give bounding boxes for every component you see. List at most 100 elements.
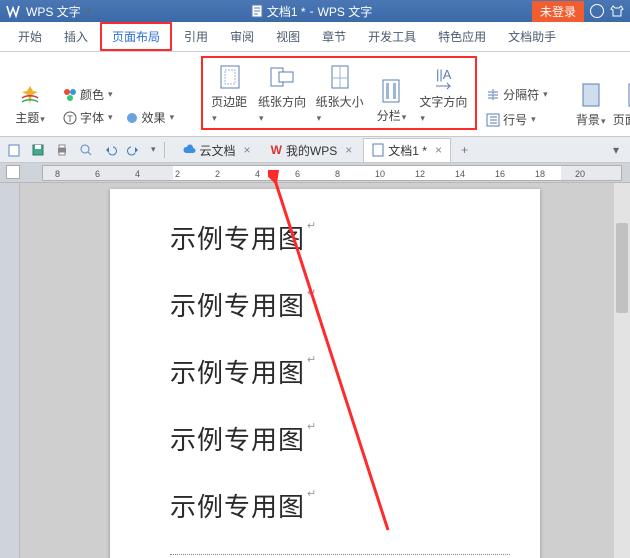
wps-logo-icon (4, 2, 22, 20)
orientation-button[interactable]: 纸张方向▾ (256, 62, 308, 126)
effect-button[interactable]: 效果▾ (122, 107, 178, 128)
columns-icon (380, 78, 402, 104)
title-suffix: WPS 文字 (318, 3, 373, 20)
ruler-tick: 20 (575, 169, 585, 179)
ruler-tick: 10 (375, 169, 385, 179)
ruler-tick: 16 (495, 169, 505, 179)
menu-dev[interactable]: 开发工具 (358, 24, 426, 49)
vertical-ruler[interactable] (0, 183, 20, 558)
page-break-marker: 分页符 (170, 554, 510, 558)
menu-view[interactable]: 视图 (266, 24, 310, 49)
ribbon: 主题▾ 颜色▾ T 字体▾ 效果▾ (0, 52, 630, 137)
ruler-tick: 4 (255, 169, 260, 179)
title-doc-name: 文档1 * (267, 3, 306, 20)
page: 示例专用图 示例专用图 示例专用图 示例专用图 示例专用图 分页符 (110, 189, 540, 558)
page-setup-group: 页边距▾ 纸张方向▾ 纸张大小▾ 分栏▾ ||A 文字方向▾ (201, 56, 477, 130)
menu-reference[interactable]: 引用 (174, 24, 218, 49)
ruler-tick: 2 (215, 169, 220, 179)
line-number-button[interactable]: 行号▾ (483, 109, 551, 130)
ruler-tick: 2 (175, 169, 180, 179)
workspace: 示例专用图 示例专用图 示例专用图 示例专用图 示例专用图 分页符 (0, 183, 630, 558)
color-button[interactable]: 颜色▾ (60, 84, 177, 105)
vertical-scrollbar[interactable] (614, 183, 630, 558)
horizontal-ruler[interactable]: 8 6 4 2 2 4 6 8 10 12 14 16 18 20 (0, 163, 630, 183)
menu-page-layout[interactable]: 页面布局 (100, 22, 172, 51)
menu-start[interactable]: 开始 (8, 24, 52, 49)
new-icon[interactable] (6, 142, 22, 158)
color-icon (63, 88, 77, 102)
ruler-tick: 4 (135, 169, 140, 179)
login-button[interactable]: 未登录 (532, 1, 584, 22)
line-number-icon (486, 113, 500, 127)
ruler-tick: 18 (535, 169, 545, 179)
close-icon[interactable]: × (431, 143, 442, 157)
dropdown-icon: ▾ (40, 114, 45, 124)
preview-icon[interactable] (78, 142, 94, 158)
save-icon[interactable] (30, 142, 46, 158)
margin-icon (219, 64, 241, 90)
ruler-tick: 6 (95, 169, 100, 179)
ruler-tick: 12 (415, 169, 425, 179)
menu-chapter[interactable]: 章节 (312, 24, 356, 49)
title-sep: - (310, 4, 314, 18)
tab-doc1[interactable]: 文档1 *× (363, 138, 451, 162)
menu-review[interactable]: 审阅 (220, 24, 264, 49)
columns-button[interactable]: 分栏▾ (371, 76, 411, 126)
margin-button[interactable]: 页边距▾ (209, 62, 250, 126)
background-icon (580, 82, 602, 108)
menu-insert[interactable]: 插入 (54, 24, 98, 49)
ruler-tick: 6 (295, 169, 300, 179)
paragraph[interactable]: 示例专用图 (170, 487, 510, 524)
theme-group: 主题▾ 颜色▾ T 字体▾ 效果▾ (6, 80, 181, 130)
page-border-button[interactable]: 页面边框 (617, 80, 630, 130)
ruler-tick: 8 (55, 169, 60, 179)
background-button[interactable]: 背景▾ (571, 80, 611, 130)
menu-bar: 开始 插入 页面布局 引用 审阅 视图 章节 开发工具 特色应用 文档助手 (0, 22, 630, 52)
ruler-tick: 14 (455, 169, 465, 179)
paragraph[interactable]: 示例专用图 (170, 353, 510, 390)
new-tab-button[interactable]: + (453, 143, 476, 157)
tab-cloud[interactable]: 云文档× (173, 138, 260, 162)
separator-icon (486, 88, 500, 102)
document-icon (251, 4, 263, 18)
size-icon (329, 64, 351, 90)
font-icon: T (63, 111, 77, 125)
menu-assistant[interactable]: 文档助手 (498, 24, 566, 49)
page-border-icon (626, 82, 630, 108)
paragraph[interactable]: 示例专用图 (170, 286, 510, 323)
effect-icon (125, 111, 139, 125)
undo-icon[interactable] (102, 142, 118, 158)
paragraph[interactable]: 示例专用图 (170, 219, 510, 256)
close-icon[interactable]: × (240, 143, 251, 157)
separator-button[interactable]: 分隔符▾ (483, 84, 551, 105)
svg-text:||A: ||A (436, 67, 452, 82)
qat-more-icon[interactable]: ▾ (151, 144, 156, 155)
tab-mywps[interactable]: W 我的WPS× (262, 138, 362, 162)
text-direction-icon: ||A (432, 64, 454, 90)
cloud-icon (182, 144, 196, 156)
close-icon[interactable]: × (341, 143, 352, 157)
skin-icon[interactable] (610, 4, 624, 18)
document-icon (372, 143, 384, 157)
svg-text:T: T (67, 114, 73, 124)
ruler-tick: 8 (335, 169, 340, 179)
tabs-list-icon[interactable]: ▾ (608, 142, 624, 158)
quick-access-bar: ▾ 云文档× W 我的WPS× 文档1 *× + ▾ (0, 137, 630, 163)
title-bar: WPS 文字 ▾ 文档1 * - WPS 文字 未登录 (0, 0, 630, 22)
sync-icon[interactable] (590, 4, 604, 18)
app-name: WPS 文字 (26, 3, 81, 20)
print-icon[interactable] (54, 142, 70, 158)
text-direction-button[interactable]: ||A 文字方向▾ (417, 62, 469, 126)
size-button[interactable]: 纸张大小▾ (314, 62, 366, 126)
tab-selector-icon[interactable] (6, 165, 20, 179)
orientation-icon (269, 64, 295, 90)
theme-button[interactable]: 主题▾ (10, 82, 50, 128)
menu-special[interactable]: 特色应用 (428, 24, 496, 49)
paragraph[interactable]: 示例专用图 (170, 420, 510, 457)
scrollbar-thumb[interactable] (616, 223, 628, 313)
font-button[interactable]: T 字体▾ (60, 107, 116, 128)
redo-icon[interactable] (126, 142, 142, 158)
theme-icon (19, 84, 41, 106)
document-canvas[interactable]: 示例专用图 示例专用图 示例专用图 示例专用图 示例专用图 分页符 (20, 183, 630, 558)
wps-red-icon: W (271, 143, 282, 157)
